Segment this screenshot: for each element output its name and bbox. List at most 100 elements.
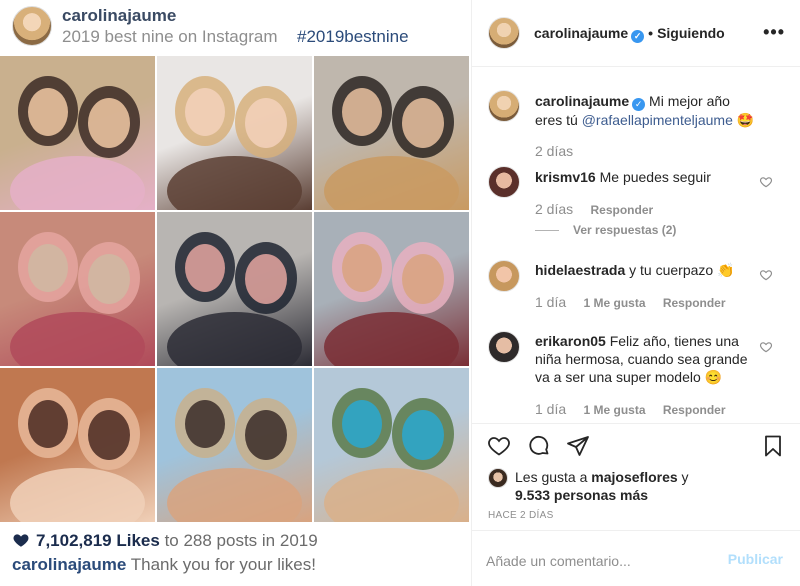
image-footer: 7,102,819 Likes to 288 posts in 2019 car… <box>0 524 470 586</box>
heart-outline-icon[interactable] <box>759 175 773 189</box>
photo-1 <box>0 56 155 210</box>
liked-by-count[interactable]: 9.533 personas más <box>515 487 648 503</box>
avatar[interactable] <box>488 260 520 292</box>
comment-icon[interactable] <box>527 434 551 458</box>
verified-icon: ✓ <box>632 98 646 111</box>
post-actions: Les gusta a majoseflores y 9.533 persona… <box>472 423 800 529</box>
photo-detail <box>185 244 225 292</box>
comment-body: y tu cuerpazo <box>629 262 714 278</box>
likes-suffix: to 288 posts in 2019 <box>164 531 318 550</box>
likes-summary: 7,102,819 Likes to 288 posts in 2019 <box>36 531 318 551</box>
comment-meta: 1 día 1 Me gusta Responder <box>535 401 740 417</box>
photo-detail <box>324 312 459 366</box>
avatar <box>12 6 52 46</box>
avatar[interactable] <box>488 17 520 49</box>
reply-button[interactable]: Responder <box>663 403 726 417</box>
best-nine-image: carolinajaume 2019 best nine on Instagra… <box>0 0 470 586</box>
heart-outline-icon[interactable] <box>759 268 773 282</box>
comment-date[interactable]: 1 día <box>535 294 566 310</box>
photo-detail <box>10 468 145 522</box>
image-header: carolinajaume 2019 best nine on Instagra… <box>0 0 470 55</box>
comment-date[interactable]: 2 días <box>535 201 573 217</box>
comment-date[interactable]: 1 día <box>535 401 566 417</box>
photo-detail <box>167 468 302 522</box>
photo-6 <box>314 212 469 366</box>
photo-detail <box>342 400 382 448</box>
comment-text: erikaron05 Feliz año, tienes una niña he… <box>535 332 755 386</box>
comment-username[interactable]: krismv16 <box>535 169 596 185</box>
photo-9 <box>314 368 469 522</box>
likes-count: 7,102,819 Likes <box>36 531 160 550</box>
emoji: 👏 <box>717 262 735 278</box>
comment-likes[interactable]: 1 Me gusta <box>583 403 645 417</box>
comment-meta: 2 días Responder <box>535 201 667 217</box>
emoji: 😊 <box>704 369 723 385</box>
image-hashtag: #2019bestnine <box>297 27 409 46</box>
following-button[interactable]: Siguiendo <box>657 25 725 41</box>
photo-detail <box>28 88 68 136</box>
heart-outline-icon[interactable] <box>759 340 773 354</box>
comment-text: hidelaestrada y tu cuerpazo 👏 <box>535 261 755 279</box>
liked-by-prefix: Les gusta a <box>515 469 588 485</box>
photo-detail <box>185 400 225 448</box>
view-replies-button[interactable]: Ver respuestas (2) <box>535 223 676 237</box>
reply-button[interactable]: Responder <box>663 296 726 310</box>
comments-list[interactable]: carolinajaume ✓ Mi mejor año eres tú @raf… <box>472 68 800 423</box>
image-subtitle: 2019 best nine on Instagram <box>62 27 278 46</box>
photo-5 <box>157 212 312 366</box>
caption-user: carolinajaume <box>12 555 127 574</box>
header-username[interactable]: carolinajaume <box>534 25 628 41</box>
more-options-icon[interactable]: ••• <box>763 22 785 43</box>
post-timestamp[interactable]: HACE 2 DÍAS <box>488 510 554 521</box>
avatar[interactable] <box>488 166 520 198</box>
comment-username[interactable]: erikaron05 <box>535 333 606 349</box>
avatar[interactable] <box>488 90 520 122</box>
heart-icon <box>13 534 29 547</box>
comment-likes[interactable]: 1 Me gusta <box>583 296 645 310</box>
header-user: carolinajaume ✓ • Siguiendo <box>534 25 725 43</box>
comment-username[interactable]: hidelaestrada <box>535 262 625 278</box>
comment-date[interactable]: 2 días <box>535 143 573 159</box>
photo-4 <box>0 212 155 366</box>
like-icon[interactable] <box>487 434 511 458</box>
photo-detail <box>185 88 225 136</box>
photo-2 <box>157 56 312 210</box>
bookmark-icon[interactable] <box>761 434 785 458</box>
comment-meta: 1 día 1 Me gusta Responder <box>535 294 740 310</box>
photo-detail <box>28 244 68 292</box>
photo-detail <box>88 254 130 304</box>
liked-by-text: Les gusta a majoseflores y 9.533 persona… <box>515 468 775 504</box>
photo-detail <box>167 312 302 366</box>
photo-7 <box>0 368 155 522</box>
comment-username[interactable]: carolinajaume <box>535 93 629 109</box>
photo-detail <box>402 254 444 304</box>
separator-dot: • <box>648 25 654 41</box>
avatar[interactable] <box>488 331 520 363</box>
photo-detail <box>88 98 130 148</box>
image-username: carolinajaume <box>62 6 177 25</box>
comment-text: carolinajaume ✓ Mi mejor año eres tú @raf… <box>535 92 755 129</box>
photo-detail <box>342 244 382 292</box>
comment-body: Me puedes seguir <box>599 169 711 185</box>
photo-detail <box>324 156 459 210</box>
liked-by-and: y <box>677 469 689 485</box>
share-icon[interactable] <box>566 434 590 458</box>
photo-detail <box>88 410 130 460</box>
photo-detail <box>245 410 287 460</box>
mention-link[interactable]: @rafaellapimenteljaume <box>582 112 733 128</box>
photo-detail <box>10 312 145 366</box>
photo-detail <box>245 98 287 148</box>
comment-meta: 2 días <box>535 143 587 159</box>
post-sidebar: carolinajaume ✓ • Siguiendo ••• carolinajau… <box>471 0 800 586</box>
photo-detail <box>245 254 287 304</box>
comment-input[interactable] <box>486 551 716 571</box>
photo-detail <box>324 468 459 522</box>
caption-text: Thank you for your likes! <box>130 555 316 574</box>
image-caption: carolinajaume Thank you for your likes! <box>12 555 316 575</box>
divider <box>535 230 559 232</box>
photo-8 <box>157 368 312 522</box>
liked-by-user[interactable]: majoseflores <box>591 469 677 485</box>
reply-button[interactable]: Responder <box>590 203 653 217</box>
publish-button[interactable]: Publicar <box>728 551 783 567</box>
avatar[interactable] <box>488 468 508 488</box>
